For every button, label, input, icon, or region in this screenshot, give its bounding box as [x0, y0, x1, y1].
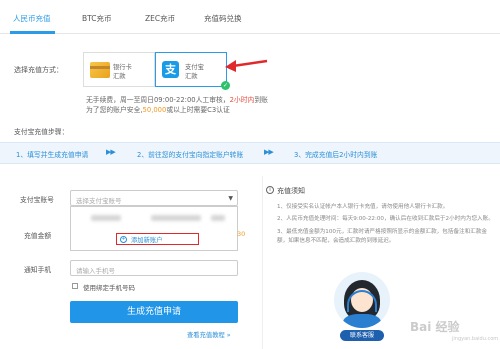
alipay-transfer-option[interactable]: 支 支付宝 汇款 ✓: [155, 52, 230, 90]
amount-hint: 30: [237, 230, 246, 238]
alipay-option-line2: 汇款: [185, 73, 198, 80]
steps-title: 支付宝充值步骤：: [14, 128, 69, 136]
info-line2-orange: 50,000: [142, 106, 167, 114]
phone-placeholder: 请输入手机号: [76, 267, 115, 275]
bind-phone-checkbox[interactable]: [72, 283, 78, 289]
bank-transfer-option[interactable]: 银行卡 汇款: [83, 52, 155, 87]
bind-phone-label: 使用绑定手机号码: [83, 284, 135, 292]
contact-service-button[interactable]: 联系客服: [340, 330, 384, 341]
tab-code-redeem[interactable]: 充值码兑换: [204, 13, 242, 24]
plus-circle-icon: +: [120, 236, 127, 243]
step-2: 2、前往您的支付宝向指定账户转账: [137, 151, 244, 159]
generate-recharge-button[interactable]: 生成充值申请: [70, 301, 238, 323]
tab-zec[interactable]: ZEC充币: [145, 13, 175, 24]
info-line2-prefix: 为了您的账户安全,: [86, 106, 143, 114]
add-new-account-option[interactable]: + 添加新账户: [116, 233, 199, 245]
recharge-notice-panel: i 充值须知 1、仅接受实名认证帐户本人银行卡充值，请勿使用他人银行卡汇款。 2…: [262, 176, 500, 349]
watermark: Bai 经验: [410, 320, 460, 334]
headset-icon: [347, 290, 377, 312]
red-arrow-annotation-icon: [225, 59, 268, 72]
selected-check-icon: ✓: [221, 81, 230, 90]
account-dropdown: + 添加新账户: [70, 206, 238, 251]
alipay-account-label: 支付宝账号: [20, 196, 54, 204]
info-line2-suffix: 或以上时需要C3认证: [166, 106, 230, 114]
amount-label: 充值金额: [24, 232, 52, 240]
info-icon: i: [266, 186, 274, 194]
step-1: 1、填写并生成充值申请: [16, 151, 89, 159]
step-arrow-icon: ▶▶: [264, 148, 274, 156]
phone-label: 通知手机: [24, 266, 52, 274]
info-line1-suffix: 到账: [254, 96, 268, 104]
tab-cny-recharge[interactable]: 人民币充值: [13, 13, 51, 24]
notice-item: 2、人民币充值处理时间：每天9:00-22:00，确认后在收到汇款后于2小时内为…: [277, 216, 494, 223]
payment-method-label: 选择充值方式：: [14, 66, 63, 74]
step-arrow-icon: ▶▶: [106, 148, 116, 156]
steps-bar: 1、填写并生成充值申请 ▶▶ 2、前往您的支付宝向指定账户转账 ▶▶ 3、完成充…: [0, 142, 500, 164]
alipay-icon: 支: [162, 61, 179, 78]
bank-option-line1: 银行卡: [113, 64, 132, 71]
customer-service-avatar: [334, 272, 390, 328]
alipay-account-select[interactable]: 选择支付宝账号 ▼: [70, 190, 238, 206]
notice-item: 3、最低充值金额为100元，汇款时请严格按照所显示的金额汇款，包括备注和汇款金额…: [277, 228, 488, 244]
active-tab-indicator: [10, 31, 55, 34]
tab-bar: 人民币充值 BTC充币 ZEC充币 充值码兑换: [0, 0, 500, 34]
phone-input[interactable]: 请输入手机号: [70, 260, 238, 276]
alipay-option-line1: 支付宝: [185, 64, 204, 71]
bank-option-line2: 汇款: [113, 73, 126, 80]
recharge-info: 无手续费，周一至周日09:00-22:00人工审核，2小时内到账 为了您的账户安…: [86, 95, 336, 115]
bank-card-icon: [90, 62, 110, 78]
info-line1-red: 2小时内: [229, 96, 255, 104]
notice-title: 充值须知: [277, 187, 305, 195]
view-tutorial-link[interactable]: 查看充值教程 »: [187, 330, 231, 339]
info-line1-prefix: 无手续费，周一至周日09:00-22:00人工审核，: [86, 96, 230, 104]
step-3: 3、完成充值后2小时内到账: [294, 151, 378, 159]
chevron-down-icon: ▼: [228, 195, 233, 202]
tab-btc[interactable]: BTC充币: [82, 13, 112, 24]
alipay-account-placeholder: 选择支付宝账号: [76, 197, 122, 205]
add-new-account-label: 添加新账户: [131, 237, 163, 244]
notice-item: 1、仅接受实名认证帐户本人银行卡充值，请勿使用他人银行卡汇款。: [277, 204, 449, 210]
watermark-sub: jingyan.baidu.com: [452, 336, 499, 342]
